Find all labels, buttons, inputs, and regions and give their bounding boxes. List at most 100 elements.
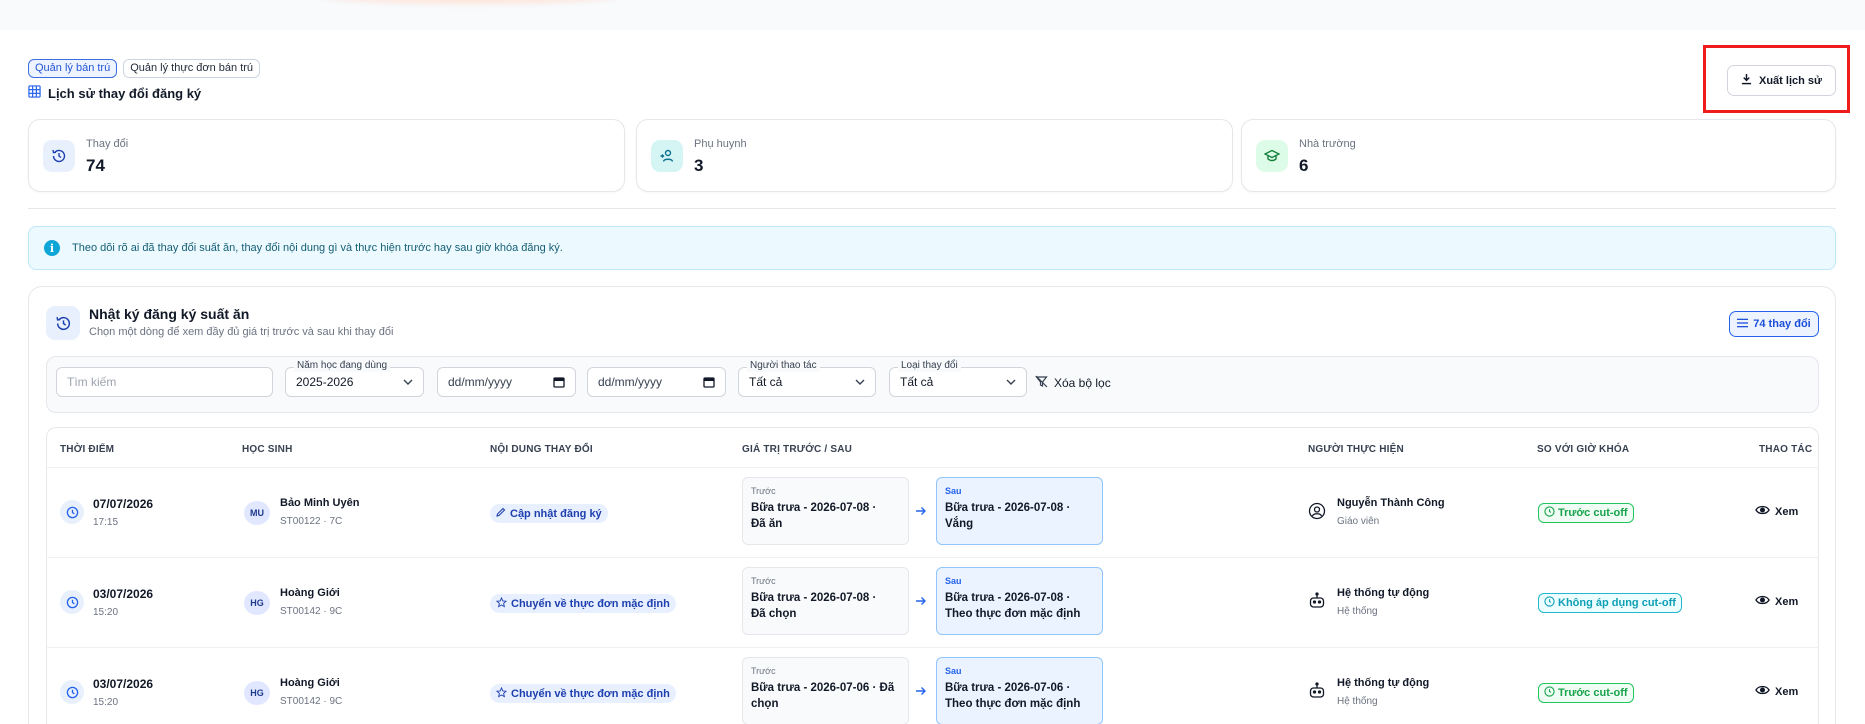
student-id: ST00142 · 9C (280, 606, 343, 617)
clear-filters-label: Xóa bộ lọc (1054, 376, 1111, 390)
student-id: ST00142 · 9C (280, 696, 343, 707)
calendar-icon (553, 376, 565, 388)
history-icon (43, 140, 75, 172)
stat-card-changes: Thay đổi 74 (28, 119, 625, 192)
after-value-box: Sau Bữa trưa - 2026-07-08 · Vắng (936, 477, 1103, 545)
history-icon (46, 306, 80, 340)
cutoff-badge-label: Không áp dụng cut-off (1558, 597, 1676, 609)
log-panel: Nhật ký đăng ký suất ăn Chọn một dòng để… (28, 286, 1836, 724)
info-icon: i (44, 240, 60, 256)
arrow-right-icon (915, 504, 927, 522)
clock-check-icon (1544, 686, 1555, 700)
after-value-line1: Bữa trưa - 2026-07-06 · (945, 682, 1071, 694)
row-time: 15:20 (93, 607, 119, 618)
row-time: 15:20 (93, 697, 119, 708)
before-value-line1: Bữa trưa - 2026-07-06 · Đã (751, 682, 895, 694)
filter-off-icon (1035, 375, 1048, 391)
after-value-line1: Bữa trưa - 2026-07-08 · (945, 502, 1071, 514)
col-header-time[interactable]: THỜI ĐIỂM (60, 444, 114, 455)
change-count-label: 74 thay đổi (1753, 318, 1811, 330)
stat-label: Nhà trường (1299, 138, 1356, 150)
view-button[interactable]: Xem (1755, 505, 1798, 518)
info-banner: i Theo dõi rõ ai đã thay đổi suất ăn, th… (28, 226, 1836, 270)
export-history-label: Xuất lịch sử (1759, 74, 1822, 87)
col-header-student[interactable]: HỌC SINH (242, 444, 293, 455)
student-id: ST00122 · 7C (280, 516, 343, 527)
stat-value: 3 (694, 156, 704, 175)
before-value-box: Trước Bữa trưa - 2026-07-08 · Đã chọn (742, 567, 909, 635)
school-year-value: 2025-2026 (296, 375, 354, 389)
page-title-text: Lịch sử thay đổi đăng ký (48, 85, 202, 101)
row-time: 17:15 (93, 517, 119, 528)
change-type-select[interactable]: Loại thay đổi Tất cả (889, 360, 1027, 397)
stat-card-parents: Phụ huynh 3 (636, 119, 1233, 192)
eye-icon (1755, 595, 1770, 608)
view-button[interactable]: Xem (1755, 685, 1798, 698)
stat-label: Thay đổi (86, 138, 129, 150)
school-icon (1256, 140, 1288, 172)
table-row[interactable]: 03/07/2026 15:20 HG Hoàng Giới ST00142 ·… (46, 557, 1819, 647)
row-date: 03/07/2026 (93, 677, 154, 691)
before-caption: Trước (751, 666, 776, 676)
before-value-box: Trước Bữa trưa - 2026-07-06 · Đã chọn (742, 657, 909, 724)
change-chip: Cập nhật đăng ký (490, 504, 608, 523)
table-header: THỜI ĐIỂM HỌC SINH NỘI DUNG THAY ĐỔI GIÁ… (46, 427, 1819, 467)
student-name: Hoàng Giới (280, 677, 340, 689)
clear-filters-button[interactable]: Xóa bộ lọc (1035, 375, 1111, 391)
change-chip-label: Chuyển về thực đơn mặc định (511, 687, 670, 700)
breadcrumb-item-menu[interactable]: Quản lý thực đơn bán trú (123, 59, 261, 78)
before-caption: Trước (751, 576, 776, 586)
clock-icon (60, 680, 84, 704)
view-button[interactable]: Xem (1755, 595, 1798, 608)
date-from-input[interactable]: dd/mm/yyyy (437, 367, 576, 397)
change-chip-label: Chuyển về thực đơn mặc định (511, 597, 670, 610)
school-year-select[interactable]: Năm học đang dùng 2025-2026 (285, 360, 424, 397)
before-value-line2: Đã chọn (751, 608, 797, 620)
clock-icon (60, 500, 84, 524)
student-name: Bảo Minh Uyên (280, 497, 360, 509)
before-value-line1: Bữa trưa - 2026-07-08 · (751, 502, 877, 514)
actor-role: Hệ thống (1337, 606, 1378, 617)
col-header-actions[interactable]: THAO TÁC (1759, 444, 1812, 455)
stat-card-school: Nhà trường 6 (1241, 119, 1836, 192)
col-header-cutoff[interactable]: SO VỚI GIỜ KHÓA (1537, 444, 1629, 455)
change-count-button[interactable]: 74 thay đổi (1729, 311, 1819, 337)
after-value-line2: Theo thực đơn mặc định (945, 698, 1081, 710)
cutoff-badge: Trước cut-off (1538, 503, 1634, 523)
top-band (0, 0, 1865, 30)
export-history-button[interactable]: Xuất lịch sử (1727, 65, 1836, 96)
user-icon (1308, 502, 1326, 525)
date-to-input[interactable]: dd/mm/yyyy (587, 367, 726, 397)
date-from-placeholder: dd/mm/yyyy (448, 375, 513, 389)
change-chip-label: Cập nhật đăng ký (510, 507, 602, 520)
table-icon (28, 85, 41, 101)
actor-role: Giáo viên (1337, 516, 1380, 527)
cutoff-badge-label: Trước cut-off (1558, 687, 1628, 699)
table-row[interactable]: 07/07/2026 17:15 MU Bảo Minh Uyên ST0012… (46, 467, 1819, 557)
download-icon (1741, 73, 1752, 88)
list-icon (1737, 318, 1749, 331)
after-value-line2: Theo thực đơn mặc định (945, 608, 1081, 620)
before-caption: Trước (751, 486, 776, 496)
after-value-box: Sau Bữa trưa - 2026-07-08 · Theo thực đơ… (936, 567, 1103, 635)
table-row[interactable]: 03/07/2026 15:20 HG Hoàng Giới ST00142 ·… (46, 647, 1819, 724)
search-input[interactable]: Tìm kiếm (56, 367, 273, 397)
breadcrumb-item-meals[interactable]: Quản lý bán trú (28, 59, 118, 78)
actor-name: Hệ thống tự động (1337, 587, 1430, 599)
arrow-right-icon (915, 684, 927, 702)
view-label: Xem (1775, 685, 1799, 698)
star-icon (495, 596, 508, 611)
after-caption: Sau (945, 486, 962, 496)
row-date: 03/07/2026 (93, 587, 154, 601)
col-header-change[interactable]: NỘI DUNG THAY ĐỔI (490, 444, 593, 455)
parent-icon (651, 140, 683, 172)
col-header-values[interactable]: GIÁ TRỊ TRƯỚC / SAU (742, 444, 852, 455)
actor-value: Tất cả (749, 375, 783, 389)
filter-bar: Tìm kiếm Năm học đang dùng 2025-2026 dd/… (46, 356, 1819, 413)
cutoff-badge: Không áp dụng cut-off (1538, 593, 1682, 613)
after-value-line2: Vắng (945, 518, 974, 530)
actor-select[interactable]: Người thao tác Tất cả (738, 360, 876, 397)
section-divider (28, 208, 1836, 209)
col-header-actor[interactable]: NGƯỜI THỰC HIỆN (1308, 444, 1404, 455)
avatar: HG (244, 591, 270, 615)
